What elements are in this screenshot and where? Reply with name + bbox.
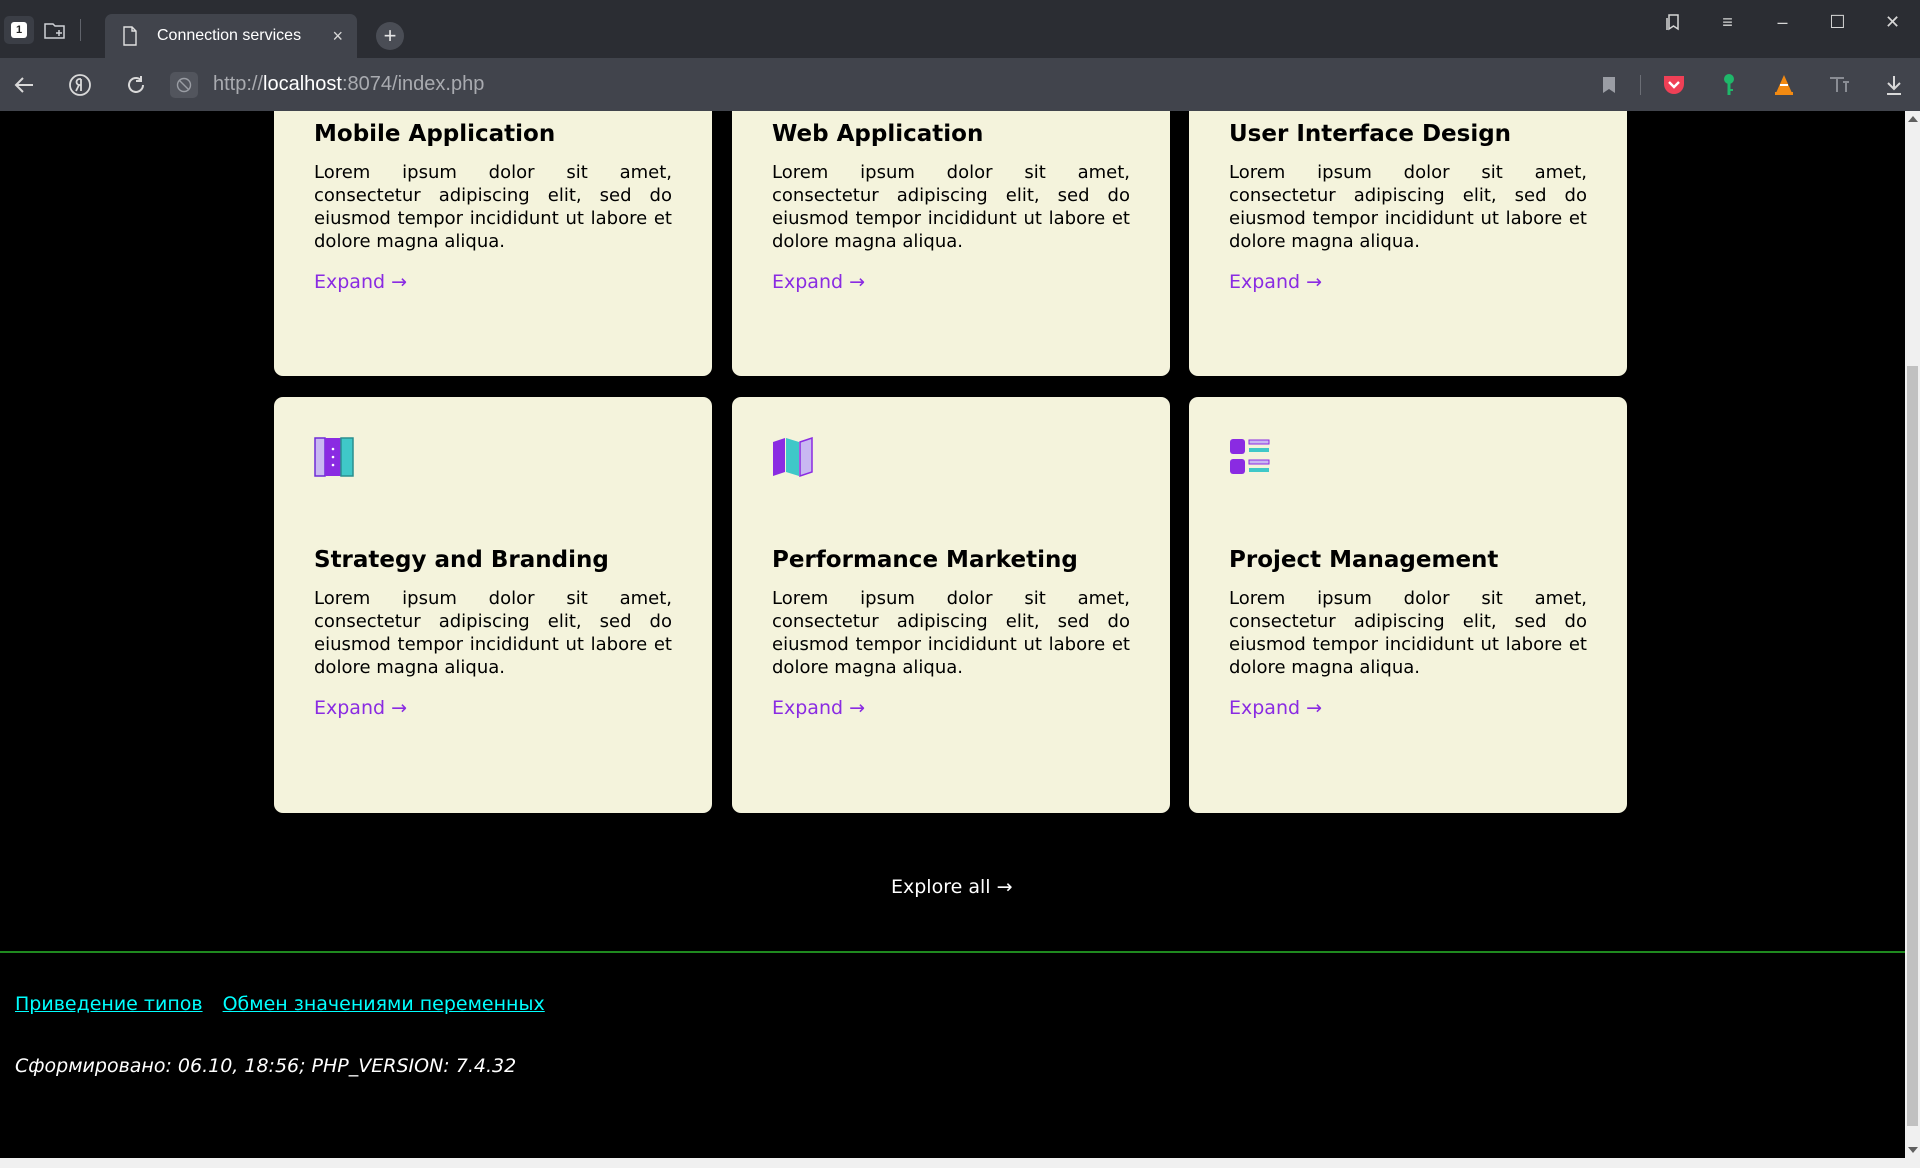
service-card: Web Application Lorem ipsum dolor sit am… — [732, 111, 1170, 376]
vlc-icon[interactable] — [1769, 71, 1799, 99]
service-card: Mobile Application Lorem ipsum dolor sit… — [274, 111, 712, 376]
card-title: Performance Marketing — [772, 547, 1078, 573]
map-icon — [773, 437, 813, 477]
url-host: localhost — [263, 73, 342, 95]
tab-title: Connection services — [157, 27, 302, 44]
site-security-icon[interactable] — [170, 72, 198, 98]
service-card: User Interface Design Lorem ipsum dolor … — [1189, 111, 1627, 376]
tab-close-icon[interactable]: × — [332, 26, 343, 47]
expand-link[interactable]: Expand → — [314, 271, 407, 293]
download-icon[interactable] — [1879, 71, 1909, 99]
bookmarks-panel-icon[interactable] — [1645, 8, 1700, 36]
new-tab-group-icon[interactable] — [40, 16, 72, 44]
footer-generated-info: Сформировано: 06.10, 18:56; PHP_VERSION:… — [15, 1055, 517, 1077]
bookmark-icon[interactable] — [1594, 71, 1624, 99]
reload-icon[interactable] — [122, 71, 150, 99]
tab-counter-button[interactable]: 1 — [4, 16, 34, 44]
footer-link-type-casting[interactable]: Приведение типов — [15, 993, 203, 1015]
url-prefix: http:// — [213, 73, 264, 95]
window-controls: ≡ – ☐ ✕ — [1645, 8, 1920, 36]
service-card: Project Management Lorem ipsum dolor sit… — [1189, 397, 1627, 813]
card-text: Lorem ipsum dolor sit amet, consectetur … — [314, 162, 672, 252]
card-title: Project Management — [1229, 547, 1499, 573]
card-text: Lorem ipsum dolor sit amet, consectetur … — [1229, 588, 1587, 678]
tab-connection-services[interactable]: Connection services × — [105, 14, 357, 58]
scroll-up-icon[interactable] — [1908, 116, 1918, 122]
scroll-thumb[interactable] — [1907, 366, 1918, 1126]
close-window-icon[interactable]: ✕ — [1865, 8, 1920, 36]
service-card: Strategy and Branding Lorem ipsum dolor … — [274, 397, 712, 813]
translate-icon[interactable] — [1824, 71, 1854, 99]
page-scrollbar[interactable] — [1905, 111, 1920, 1158]
scroll-down-icon[interactable] — [1908, 1147, 1918, 1153]
menu-icon[interactable]: ≡ — [1700, 8, 1755, 36]
card-title: Mobile Application — [314, 121, 556, 147]
minimize-icon[interactable]: – — [1755, 8, 1810, 36]
maximize-icon[interactable]: ☐ — [1810, 8, 1865, 36]
explore-all-link[interactable]: Explore all → — [891, 876, 1013, 898]
page-icon — [123, 26, 137, 46]
card-text: Lorem ipsum dolor sit amet, consectetur … — [314, 588, 672, 678]
url-path: :8074/index.php — [341, 73, 485, 95]
tab-bar-left-controls: 1 — [4, 16, 81, 44]
card-text: Lorem ipsum dolor sit amet, consectetur … — [1229, 162, 1587, 252]
key-extension-icon[interactable] — [1714, 71, 1744, 99]
page-content: Mobile Application Lorem ipsum dolor sit… — [0, 111, 1905, 1158]
card-text: Lorem ipsum dolor sit amet, consectetur … — [772, 162, 1130, 252]
pocket-icon[interactable] — [1659, 71, 1689, 99]
address-bar: http://localhost:8074/index.php — [0, 58, 1920, 111]
card-text: Lorem ipsum dolor sit amet, consectetur … — [772, 588, 1130, 678]
expand-link[interactable]: Expand → — [314, 697, 407, 719]
list-icon — [1230, 439, 1270, 474]
expand-link[interactable]: Expand → — [772, 271, 865, 293]
toolbar-divider — [1640, 75, 1641, 95]
columns-icon — [314, 437, 354, 477]
card-title: Strategy and Branding — [314, 547, 609, 573]
new-tab-button[interactable]: + — [376, 22, 404, 50]
expand-link[interactable]: Expand → — [1229, 271, 1322, 293]
service-card: Performance Marketing Lorem ipsum dolor … — [732, 397, 1170, 813]
browser-tab-bar: 1 Connection services × + ≡ – ☐ ✕ — [0, 0, 1920, 58]
tab-bar-divider — [80, 19, 81, 41]
card-title: User Interface Design — [1229, 121, 1512, 147]
footer-link-variable-swap[interactable]: Обмен значениями переменных — [223, 993, 545, 1015]
window-bottom-edge — [0, 1158, 1920, 1168]
yandex-icon[interactable] — [66, 71, 94, 99]
footer-divider — [0, 951, 1905, 953]
tab-count: 1 — [11, 22, 27, 38]
footer-links: Приведение типов Обмен значениями переме… — [15, 993, 545, 1015]
back-arrow-icon[interactable] — [10, 71, 38, 99]
expand-link[interactable]: Expand → — [1229, 697, 1322, 719]
expand-link[interactable]: Expand → — [772, 697, 865, 719]
url-field[interactable]: http://localhost:8074/index.php — [213, 73, 484, 96]
card-title: Web Application — [772, 121, 984, 147]
